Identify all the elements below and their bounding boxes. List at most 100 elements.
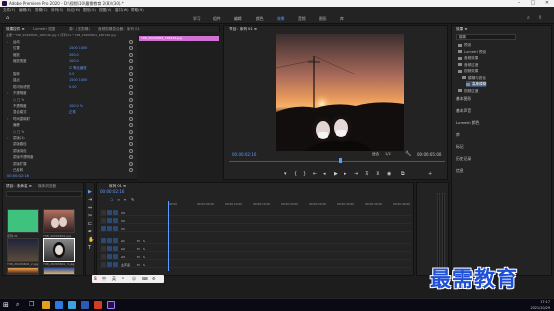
effect-row[interactable]: 偏移 bbox=[5, 122, 135, 128]
browser-icon[interactable] bbox=[55, 301, 63, 309]
effect-row[interactable]: 缩放宽度 100.0 bbox=[5, 58, 135, 64]
file-explorer-icon[interactable] bbox=[42, 301, 50, 309]
effect-row[interactable]: 锚点 1500 1000 bbox=[5, 77, 135, 83]
go-to-out-icon[interactable]: ⇥ bbox=[354, 170, 358, 178]
effect-row-value[interactable]: ☑ 等比缩放 bbox=[69, 65, 87, 71]
effect-tree-item[interactable]: Lumetri 预设 bbox=[458, 49, 486, 55]
effect-row-value[interactable]: 0.00 bbox=[69, 84, 77, 90]
track-toggle-button[interactable] bbox=[101, 254, 106, 259]
panel-section-header[interactable]: 库 bbox=[456, 132, 460, 138]
out-point-icon[interactable]: } bbox=[303, 170, 306, 178]
effect-row[interactable]: › 运动 bbox=[5, 39, 135, 45]
ime-mode[interactable]: 中 bbox=[102, 275, 106, 283]
timeline-track[interactable]: V1 bbox=[99, 226, 411, 232]
track-toggle-button[interactable] bbox=[107, 226, 112, 231]
thumb-photo-1[interactable] bbox=[43, 209, 75, 233]
effect-tree-item[interactable]: 音频效果 bbox=[458, 55, 478, 61]
fit-dropdown[interactable]: 适合 bbox=[372, 152, 379, 157]
keyframe-toggle-icon[interactable] bbox=[129, 116, 133, 121]
effect-keyframe-area[interactable]: Y98_20200601_180146.jpg bbox=[137, 32, 221, 180]
wrench-icon[interactable]: 🔧︎ bbox=[405, 151, 411, 157]
hand-tool-icon[interactable]: ✋ bbox=[88, 237, 94, 243]
mute-button[interactable]: M bbox=[137, 238, 140, 244]
track-toggle-button[interactable] bbox=[113, 210, 118, 215]
keyframe-toggle-icon[interactable] bbox=[129, 91, 133, 96]
solo-button[interactable]: S bbox=[143, 246, 145, 252]
track-toggle-button[interactable] bbox=[113, 246, 118, 251]
system-tray-clock[interactable]: 17:17 2021/10/29 bbox=[530, 299, 550, 311]
keyframe-toggle-icon[interactable] bbox=[129, 129, 133, 134]
extract-icon[interactable]: ⊻ bbox=[376, 170, 380, 178]
chevron-right-icon[interactable]: › bbox=[7, 116, 8, 122]
effect-row[interactable]: ○ □ ✎ bbox=[5, 97, 135, 103]
timeline-track[interactable]: V2 bbox=[99, 218, 411, 224]
panel-section-header[interactable]: 基本图形 bbox=[456, 96, 471, 102]
home-icon[interactable]: ⌂ bbox=[6, 13, 9, 24]
in-point-icon[interactable]: { bbox=[294, 170, 297, 178]
ime-emoji-icon[interactable]: ☺ bbox=[132, 275, 136, 283]
effect-row[interactable]: 旋转 0.0 bbox=[5, 71, 135, 77]
timeline-track[interactable]: 主声道 M S bbox=[99, 262, 411, 268]
effect-row[interactable]: 蒙版不透明度 bbox=[5, 154, 135, 160]
effect-row[interactable]: 蒙版路径 bbox=[5, 141, 135, 147]
step-forward-icon[interactable]: ▸ bbox=[344, 170, 347, 178]
workspace-color[interactable]: 颜色 bbox=[256, 13, 264, 24]
workspace-assembly[interactable]: 组件 bbox=[213, 13, 221, 24]
tab-project[interactable]: 项目：未命名 ≡ bbox=[6, 183, 32, 189]
track-toggle-button[interactable] bbox=[107, 210, 112, 215]
effect-tree-item[interactable]: 高斯模糊 bbox=[466, 81, 487, 87]
lift-icon[interactable]: ⊼ bbox=[365, 170, 369, 178]
track-toggle-button[interactable] bbox=[113, 226, 118, 231]
effect-row-value[interactable]: 1500 1000 bbox=[69, 77, 87, 83]
keyframe-toggle-icon[interactable] bbox=[129, 40, 133, 44]
track-toggle-button[interactable] bbox=[101, 262, 106, 267]
track-toggle-button[interactable] bbox=[107, 218, 112, 223]
keyframe-toggle-icon[interactable] bbox=[129, 168, 133, 172]
ripple-edit-tool-icon[interactable]: ⇔ bbox=[88, 205, 92, 211]
timeline-track[interactable]: A3 M S bbox=[99, 254, 411, 260]
effect-row-value[interactable]: 1500 1000 bbox=[69, 45, 87, 51]
chevron-right-icon[interactable]: › bbox=[7, 135, 8, 141]
effect-timecode[interactable]: 00:00:02:16 bbox=[7, 174, 29, 178]
tab-media-browser[interactable]: 媒体浏览器 bbox=[38, 183, 56, 189]
track-toggle-button[interactable] bbox=[101, 226, 106, 231]
app-icon[interactable] bbox=[94, 301, 102, 309]
workspace-learn[interactable]: 学习 bbox=[193, 13, 201, 24]
panel-section-header[interactable]: Lumetri 颜色 bbox=[456, 120, 479, 126]
keyframe-toggle-icon[interactable] bbox=[129, 142, 133, 147]
premiere-taskbar-icon[interactable] bbox=[107, 301, 115, 309]
timeline-playhead[interactable] bbox=[168, 201, 169, 271]
minimize-button[interactable]: – bbox=[512, 0, 526, 7]
effect-tree-item[interactable]: 视频过渡 bbox=[458, 88, 478, 94]
keyframe-toggle-icon[interactable] bbox=[129, 155, 133, 160]
video-frame[interactable] bbox=[276, 34, 404, 151]
ime-keyboard-icon[interactable]: ⌨ bbox=[142, 275, 148, 283]
effect-tree-item[interactable]: 音频过渡 bbox=[458, 62, 478, 68]
keyframe-toggle-icon[interactable] bbox=[129, 59, 133, 64]
effect-tree-item[interactable]: 视频效果 bbox=[458, 68, 478, 74]
mute-button[interactable]: M bbox=[137, 254, 140, 260]
snap-icon[interactable]: ⊃ bbox=[110, 197, 113, 202]
keyframe-toggle-icon[interactable] bbox=[129, 148, 133, 153]
thumb-photo-4[interactable] bbox=[7, 267, 39, 275]
effect-tree-item[interactable]: 预设 bbox=[458, 42, 471, 48]
resolution-dropdown[interactable]: 1/2 bbox=[385, 152, 391, 156]
bin-search-input[interactable] bbox=[6, 191, 82, 197]
track-toggle-button[interactable] bbox=[113, 254, 118, 259]
add-button-icon[interactable]: + bbox=[428, 170, 432, 178]
keyframe-toggle-icon[interactable] bbox=[129, 161, 133, 166]
track-toggle-button[interactable] bbox=[107, 238, 112, 243]
effect-row[interactable]: 混合模式 正常 bbox=[5, 109, 135, 115]
effect-row[interactable]: 蒙版羽化 bbox=[5, 148, 135, 154]
edge-icon[interactable] bbox=[68, 301, 76, 309]
type-tool-icon[interactable]: T bbox=[88, 245, 91, 251]
track-toggle-button[interactable] bbox=[101, 238, 106, 243]
solo-button[interactable]: S bbox=[143, 238, 145, 244]
add-marker-icon[interactable]: ▾ bbox=[124, 197, 126, 202]
ime-settings-icon[interactable]: ⚙ bbox=[152, 275, 156, 283]
keyframe-toggle-icon[interactable] bbox=[129, 65, 133, 70]
track-toggle-button[interactable] bbox=[113, 218, 118, 223]
tab-effects[interactable]: 效果 ≡ bbox=[456, 26, 467, 32]
effect-row[interactable]: 不透明度 100.0 % bbox=[5, 103, 135, 109]
effect-row-value[interactable]: 200.0 bbox=[69, 52, 79, 58]
